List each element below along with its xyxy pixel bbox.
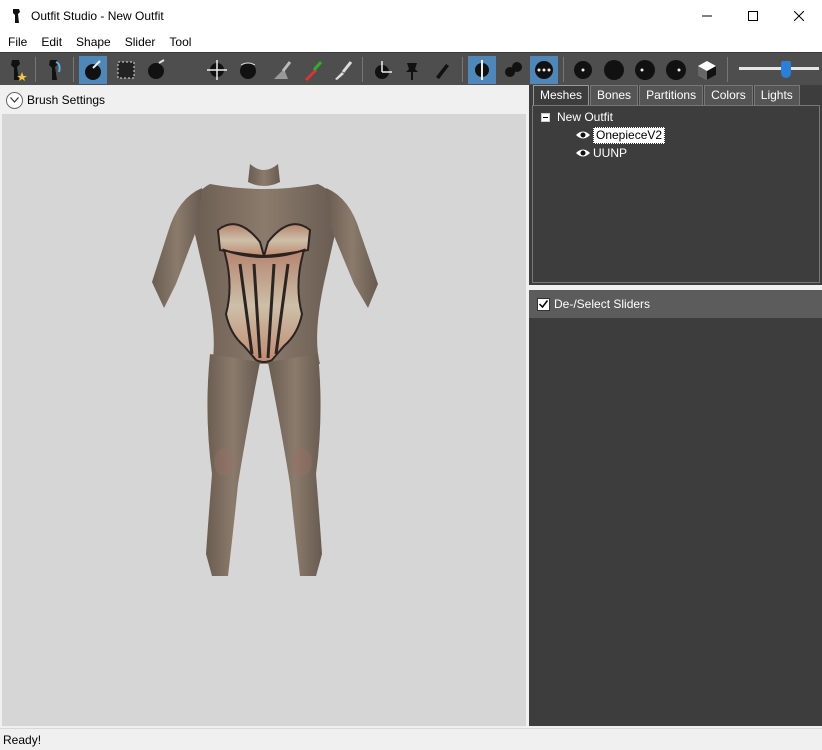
tab-meshes[interactable]: Meshes — [533, 85, 590, 105]
brush-strength-button[interactable] — [600, 56, 628, 84]
menu-edit[interactable]: Edit — [34, 32, 69, 52]
close-button[interactable] — [776, 0, 822, 32]
mask-icon — [117, 61, 135, 79]
zoom-slider-thumb[interactable] — [781, 61, 791, 78]
tree-root-label: New Outfit — [557, 110, 614, 124]
status-bar: Ready! — [0, 728, 822, 750]
tree-item-onepiecev2[interactable]: OnepieceV2 — [575, 126, 666, 144]
sliders-list — [529, 318, 822, 726]
brush-size-button[interactable] — [569, 56, 597, 84]
mesh-tree: New Outfit OnepieceV2 UUNP — [532, 105, 820, 283]
brush-focus-icon — [635, 60, 655, 80]
sliders-label: De-/Select Sliders — [554, 297, 651, 311]
close-icon — [794, 11, 804, 21]
select-brush-button[interactable] — [79, 56, 107, 84]
brush-spacing-icon — [666, 60, 686, 80]
menu-shape[interactable]: Shape — [69, 32, 118, 52]
minimize-button[interactable] — [684, 0, 730, 32]
mirror-x-button[interactable] — [468, 56, 496, 84]
brush-focus-button[interactable] — [631, 56, 659, 84]
color-paint-icon — [335, 61, 353, 80]
maximize-icon — [748, 11, 758, 21]
deflate-icon — [178, 71, 194, 79]
pivot-button[interactable] — [398, 56, 426, 84]
tab-colors[interactable]: Colors — [704, 85, 753, 105]
load-reference-button[interactable] — [41, 56, 69, 84]
visibility-eye-icon[interactable] — [575, 129, 591, 141]
wireframe-icon — [698, 61, 716, 80]
outfit-studio-logo-icon — [13, 9, 20, 23]
window-controls — [684, 0, 822, 32]
chevron-down-icon — [10, 97, 19, 103]
new-project-icon — [11, 60, 27, 81]
minimize-icon — [702, 15, 712, 17]
deflate-button[interactable] — [172, 56, 200, 84]
checkmark-icon — [539, 300, 548, 308]
mask-button[interactable] — [112, 56, 140, 84]
visibility-eye-icon[interactable] — [575, 147, 591, 159]
new-project-button[interactable] — [3, 56, 31, 84]
brush-settings-label: Brush Settings — [27, 93, 106, 107]
panel-tabs: Meshes Bones Partitions Colors Lights — [533, 85, 801, 105]
pivot-icon — [406, 63, 418, 80]
outfit-model-render[interactable] — [2, 114, 526, 726]
tab-partitions[interactable]: Partitions — [639, 85, 704, 105]
toolbar — [0, 52, 822, 85]
inflate-icon — [148, 59, 165, 79]
inflate-button[interactable] — [142, 56, 170, 84]
zoom-slider-track — [739, 67, 819, 70]
maximize-button[interactable] — [730, 0, 776, 32]
sliders-header: De-/Select Sliders — [529, 290, 822, 318]
connected-button[interactable] — [499, 56, 527, 84]
smooth-icon — [240, 62, 256, 79]
select-all-sliders-checkbox[interactable] — [537, 297, 550, 311]
connected-icon — [505, 62, 522, 77]
brush-strength-icon — [604, 60, 624, 80]
tree-item-label: OnepieceV2 — [593, 126, 666, 144]
status-text: Ready! — [3, 732, 42, 747]
vertex-mode-icon — [535, 61, 553, 79]
pencil-icon — [436, 64, 449, 79]
transform-icon — [375, 61, 392, 79]
menu-file[interactable]: File — [0, 32, 34, 52]
minus-icon — [543, 116, 548, 118]
tab-bones[interactable]: Bones — [590, 85, 639, 105]
brush-spacing-button[interactable] — [662, 56, 690, 84]
brush-settings-header[interactable]: Brush Settings — [0, 86, 529, 114]
mirror-x-icon — [475, 60, 489, 80]
wireframe-button[interactable] — [693, 56, 721, 84]
move-icon — [207, 60, 227, 80]
tree-root[interactable]: New Outfit — [541, 108, 613, 126]
undiff-button[interactable] — [268, 56, 296, 84]
select-brush-icon — [85, 60, 101, 80]
tree-item-uunp[interactable]: UUNP — [575, 144, 627, 162]
pencil-button[interactable] — [428, 56, 456, 84]
collapse-toggle[interactable] — [541, 112, 550, 122]
move-button[interactable] — [203, 56, 231, 84]
tab-lights[interactable]: Lights — [753, 85, 800, 105]
load-reference-icon — [49, 60, 61, 80]
zoom-slider[interactable] — [739, 61, 819, 79]
smooth-button[interactable] — [234, 56, 262, 84]
undiff-icon — [274, 61, 292, 79]
3d-viewport[interactable] — [2, 114, 526, 726]
transform-button[interactable] — [368, 56, 396, 84]
vertex-mode-button[interactable] — [530, 56, 558, 84]
color-paint-button[interactable] — [329, 56, 357, 84]
window-title: Outfit Studio - New Outfit — [31, 9, 164, 23]
menu-bar: File Edit Shape Slider Tool — [0, 32, 822, 52]
weight-paint-icon — [305, 61, 323, 81]
tree-item-label: UUNP — [593, 146, 628, 160]
menu-slider[interactable]: Slider — [118, 32, 163, 52]
title-bar: Outfit Studio - New Outfit — [0, 0, 822, 32]
brush-settings-expand-button[interactable] — [6, 91, 23, 109]
weight-paint-button[interactable] — [299, 56, 327, 84]
menu-tool[interactable]: Tool — [162, 32, 198, 52]
brush-size-icon — [574, 61, 592, 79]
